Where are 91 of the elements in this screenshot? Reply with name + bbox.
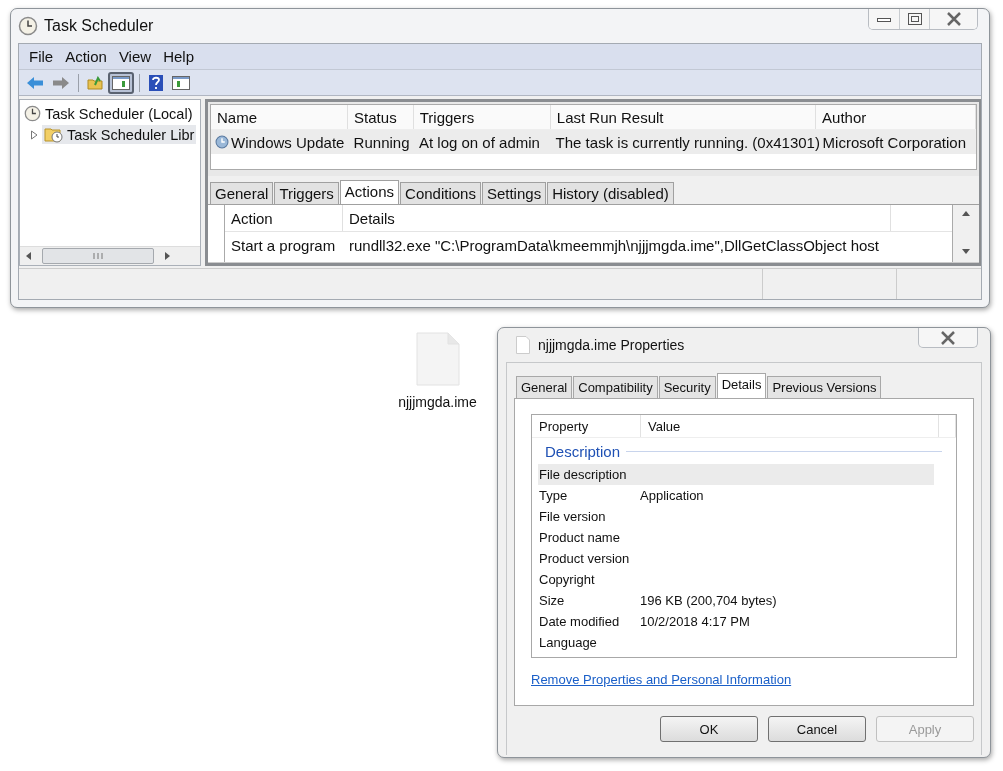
table-cell-text: rundll32.exe "C:\ProgramData\kmeemmjh\njjjmgda.ime",DllGetClassObject host [348,236,880,254]
minimize-icon [877,15,891,23]
property-name: File description [539,467,628,482]
dialog-button[interactable]: Cancel [768,716,866,742]
clock-icon [24,105,41,122]
remove-properties-link[interactable]: Remove Properties and Personal Information [531,672,792,687]
property-row[interactable]: Type Application [538,485,934,506]
vertical-scrollbar[interactable] [953,205,979,262]
tab[interactable]: Security [658,376,716,398]
scroll-right-icon[interactable] [164,252,170,260]
menu-item[interactable]: Action [59,48,113,65]
window-title: Task Scheduler [44,17,154,35]
column-header[interactable]: Author [816,105,976,129]
close-icon [940,330,956,345]
column-header[interactable]: Property [532,415,641,437]
property-name: Type [539,488,569,503]
menu-item[interactable]: Help [157,48,200,65]
right-arrow-icon [52,75,70,90]
tab[interactable]: History (disabled) [547,182,674,204]
tab[interactable]: Compatibility [573,376,658,398]
table-cell: Windows Update [231,133,345,151]
horizontal-scrollbar[interactable] [20,246,200,265]
scroll-down-icon[interactable] [962,249,970,254]
tab[interactable]: Actions [339,180,400,205]
property-name: Date modified [539,614,621,629]
minimize-button[interactable] [869,9,899,29]
property-name: Copyright [539,572,596,587]
file-name[interactable]: njjjmgda.ime [398,394,477,410]
property-row[interactable]: File description [538,464,934,485]
close-icon [945,12,962,26]
dialog-button[interactable]: OK [660,716,758,742]
grip-icon [93,252,103,260]
scrollbar-thumb[interactable] [42,248,154,264]
maximize-icon [907,13,922,25]
property-value: 196 KB (200,704 bytes) [640,593,777,608]
expand-arrow-icon[interactable] [30,129,39,140]
task-row[interactable]: Windows Update Running At log on of admin The task is currently running. (0x41301) Microsoft Corporation [211,130,976,154]
folder-icon [87,75,103,90]
scroll-up-icon[interactable] [962,211,970,216]
property-name: File version [539,509,607,524]
help-icon [149,74,163,91]
property-row[interactable]: Product version [538,548,934,569]
scroll-left-icon[interactable] [26,252,32,260]
property-name: Size [539,593,566,608]
close-button[interactable] [918,328,978,348]
tree-pane-button[interactable] [108,71,134,94]
tab[interactable]: Settings [481,182,547,204]
menu-item[interactable]: File [23,48,60,65]
property-name: Product version [539,551,631,566]
pane-icon [112,75,130,90]
column-header[interactable]: Action [225,205,343,231]
column-header[interactable]: Details [343,205,891,231]
group-header: Description [545,442,621,460]
property-row[interactable]: Size 196 KB (200,704 bytes) [538,590,934,611]
column-header[interactable]: Last Run Result [550,105,817,129]
tree-item[interactable]: Task Scheduler (Local) [20,103,200,124]
column-header[interactable]: Status [348,105,414,129]
property-row[interactable]: Language [538,632,934,653]
left-arrow-icon [26,75,44,90]
tab[interactable]: Triggers [274,182,339,204]
file-icon [516,336,530,354]
folder-clock-icon [44,126,64,143]
table-cell: Running [353,133,410,151]
property-name: Language [539,635,598,650]
tab[interactable]: General [516,376,573,398]
clock-icon [18,16,38,36]
menu-item[interactable]: View [112,48,158,65]
property-value: 10/2/2018 4:17 PM [640,614,750,629]
property-row[interactable]: Copyright [538,569,934,590]
table-cell: The task is currently running. (0x41301) [555,133,820,151]
window-title: njjjmgda.ime Properties [538,337,685,353]
tab[interactable]: Details [716,373,767,399]
property-value: Application [640,488,704,503]
property-name: Product name [539,530,621,545]
table-cell-text: Start a program [230,236,337,254]
clock-icon [215,135,229,149]
property-row[interactable]: Date modified 10/2/2018 4:17 PM [538,611,934,632]
tree-item[interactable]: Task Scheduler Libr [42,125,197,144]
close-button[interactable] [929,9,977,29]
tab[interactable]: General [210,182,274,204]
table-cell: At log on of admin [419,133,540,151]
column-header[interactable]: Triggers [413,105,551,129]
property-row[interactable]: Product name [538,527,934,548]
property-row[interactable]: File version [538,506,934,527]
column-header[interactable]: Name [211,105,349,129]
table-cell: Microsoft Corporation [822,133,966,151]
pane-icon [172,75,190,90]
column-header[interactable]: Value [641,415,939,437]
tab[interactable]: Conditions [400,182,481,204]
maximize-button[interactable] [899,9,929,29]
tab[interactable]: Previous Versions [767,376,882,398]
